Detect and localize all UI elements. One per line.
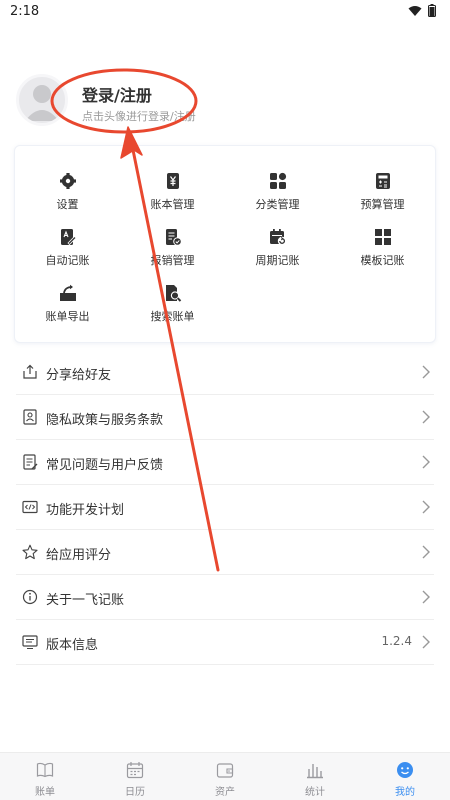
menu-item-label: 隐私政策与服务条款 (46, 413, 164, 428)
grid-item-ledger[interactable]: 账本管理 (120, 172, 225, 224)
settings-list: 分享给好友 隐私政策与服务条款 常见问题与用户反馈 功能开发计划 给应用评分 关… (16, 350, 434, 665)
avatar[interactable] (16, 74, 68, 126)
grid-item-auto-record[interactable]: 自动记账 (15, 228, 120, 280)
grid-item-label: 搜索账单 (150, 310, 195, 323)
monitor-icon (22, 635, 38, 650)
category-icon (270, 172, 287, 189)
grid-item-label: 自动记账 (45, 254, 90, 267)
tab-label: 账单 (35, 787, 55, 798)
privacy-icon (23, 409, 37, 425)
share-icon (23, 364, 37, 379)
grid-item-budget[interactable]: 预算管理 (330, 172, 435, 224)
feature-grid: 设置 账本管理 分类管理 预算管理 自动记账 报销管理 周期记账 模板记账 账单… (14, 145, 436, 343)
status-bar: 2:18 (0, 0, 450, 24)
star-icon (22, 544, 38, 560)
search-bill-icon (166, 285, 182, 302)
chevron-right-icon (422, 365, 430, 379)
menu-item-label: 功能开发计划 (46, 503, 125, 518)
grid-item-label: 预算管理 (360, 198, 405, 211)
chevron-right-icon (422, 635, 430, 649)
login-hint: 点击头像进行登录/注册 (82, 110, 196, 123)
code-icon (22, 500, 38, 514)
chevron-right-icon (422, 590, 430, 604)
chevron-right-icon (422, 545, 430, 559)
chevron-right-icon (422, 500, 430, 514)
user-placeholder-icon (25, 85, 59, 121)
grid-item-label: 设置 (56, 198, 79, 211)
grid-item-search-bill[interactable]: 搜索账单 (120, 284, 225, 336)
menu-item-privacy[interactable]: 隐私政策与服务条款 (16, 395, 434, 440)
tab-calendar[interactable]: 日历 (90, 753, 180, 800)
calendar-cycle-icon (270, 229, 287, 246)
template-icon (375, 229, 391, 245)
feedback-icon (23, 454, 38, 470)
wifi-icon (408, 5, 422, 16)
tab-mine[interactable]: 我的 (360, 753, 450, 800)
chevron-right-icon (422, 455, 430, 469)
calendar-icon (126, 762, 144, 779)
export-icon (60, 284, 76, 301)
grid-item-label: 账本管理 (150, 198, 195, 211)
grid-item-label: 周期记账 (255, 254, 300, 267)
bottom-tab-bar: 账单 日历 资产 统计 我的 (0, 752, 450, 800)
gear-icon (60, 173, 76, 189)
grid-item-export-bill[interactable]: 账单导出 (15, 284, 120, 336)
ledger-icon (167, 173, 179, 189)
tab-assets[interactable]: 资产 (180, 753, 270, 800)
bar-chart-icon (307, 764, 323, 779)
menu-item-feedback[interactable]: 常见问题与用户反馈 (16, 440, 434, 485)
grid-item-settings[interactable]: 设置 (15, 172, 120, 224)
menu-item-label: 关于一飞记账 (46, 593, 125, 608)
menu-item-dev-plan[interactable]: 功能开发计划 (16, 485, 434, 530)
calculator-icon (376, 173, 390, 189)
grid-item-label: 报销管理 (150, 254, 195, 267)
version-number: 1.2.4 (381, 634, 412, 648)
grid-item-cycle-record[interactable]: 周期记账 (225, 228, 330, 280)
menu-item-label: 给应用评分 (46, 548, 112, 563)
grid-item-template-record[interactable]: 模板记账 (330, 228, 435, 280)
info-icon (22, 589, 38, 605)
book-icon (36, 762, 54, 778)
tab-label: 资产 (215, 787, 235, 798)
grid-item-label: 账单导出 (45, 310, 90, 323)
menu-item-label: 分享给好友 (46, 368, 112, 383)
grid-item-label: 模板记账 (360, 254, 405, 267)
reimburse-icon (166, 229, 182, 246)
wallet-icon (216, 763, 234, 778)
tab-statistics[interactable]: 统计 (270, 753, 360, 800)
login-register-title[interactable]: 登录/注册 (82, 82, 152, 106)
grid-item-reimburse[interactable]: 报销管理 (120, 228, 225, 280)
grid-item-category[interactable]: 分类管理 (225, 172, 330, 224)
tab-bill[interactable]: 账单 (0, 753, 90, 800)
tab-label: 统计 (305, 787, 325, 798)
smile-icon (397, 762, 413, 778)
status-icons (408, 4, 436, 17)
menu-item-about[interactable]: 关于一飞记账 (16, 575, 434, 620)
battery-icon (428, 4, 436, 17)
menu-item-version[interactable]: 版本信息 1.2.4 (16, 620, 434, 665)
grid-item-label: 分类管理 (255, 198, 300, 211)
status-time: 2:18 (10, 4, 40, 19)
auto-record-icon (61, 229, 77, 246)
menu-item-rate-app[interactable]: 给应用评分 (16, 530, 434, 575)
menu-item-label: 版本信息 (46, 638, 99, 653)
menu-item-label: 常见问题与用户反馈 (46, 458, 164, 473)
profile-header[interactable]: 登录/注册 点击头像进行登录/注册 (16, 74, 436, 130)
chevron-right-icon (422, 410, 430, 424)
menu-item-share[interactable]: 分享给好友 (16, 350, 434, 395)
tab-label: 我的 (395, 787, 415, 798)
tab-label: 日历 (125, 787, 145, 798)
